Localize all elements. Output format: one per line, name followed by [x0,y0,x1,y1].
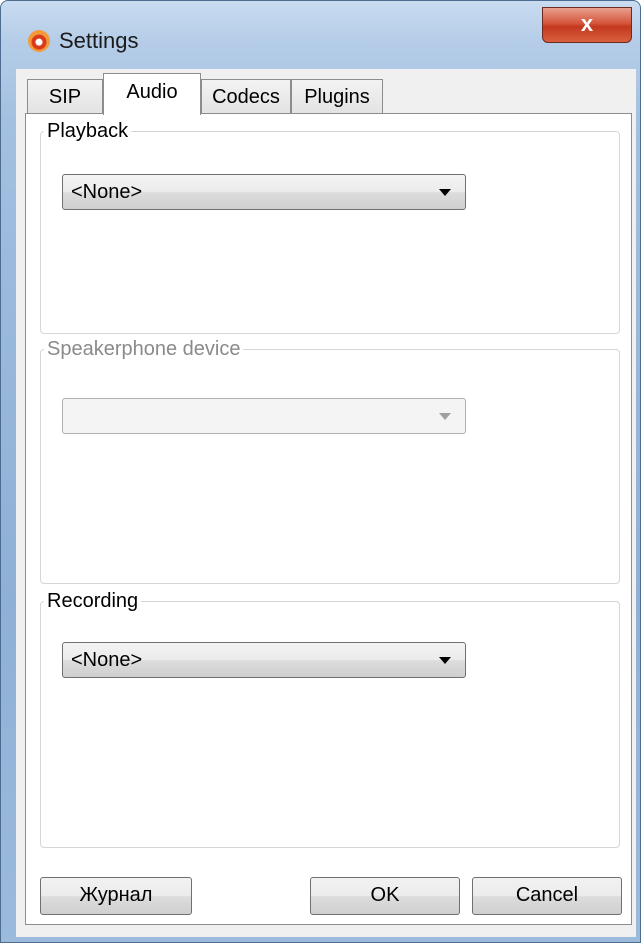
chevron-down-icon [439,413,451,420]
recording-group: Recording [40,590,620,848]
tab-audio[interactable]: Audio [103,73,201,115]
window-title: Settings [59,28,139,53]
recording-legend: Recording [47,590,139,612]
app-icon [28,30,50,52]
recording-device-value: <None> [71,649,143,671]
playback-device-value: <None> [71,181,143,203]
playback-device-select[interactable]: <None> [62,174,466,210]
chevron-down-icon [439,657,451,664]
playback-group: Playback [40,120,620,334]
cancel-button[interactable]: Cancel [472,877,622,915]
ok-button[interactable]: OK [310,877,460,915]
speakerphone-group: Speakerphone device [40,338,620,584]
audio-tab-panel: Playback <None> Speakerphone device Reco… [25,113,632,925]
tab-plugins[interactable]: Plugins [291,79,383,115]
log-button[interactable]: Журнал [40,877,192,915]
close-button[interactable]: x [542,7,632,43]
title-bar[interactable]: Settings x [1,1,641,59]
tab-sip[interactable]: SIP [27,79,103,115]
speakerphone-device-select[interactable] [62,398,466,434]
tab-codecs[interactable]: Codecs [201,79,291,115]
recording-device-select[interactable]: <None> [62,642,466,678]
playback-legend: Playback [47,120,129,142]
speakerphone-legend: Speakerphone device [47,338,241,360]
dialog-client-area: SIP Audio Codecs Plugins Playback <None>… [16,69,636,937]
settings-window: Settings x SIP Audio Codecs Plugins Play… [0,0,641,943]
chevron-down-icon [439,189,451,196]
